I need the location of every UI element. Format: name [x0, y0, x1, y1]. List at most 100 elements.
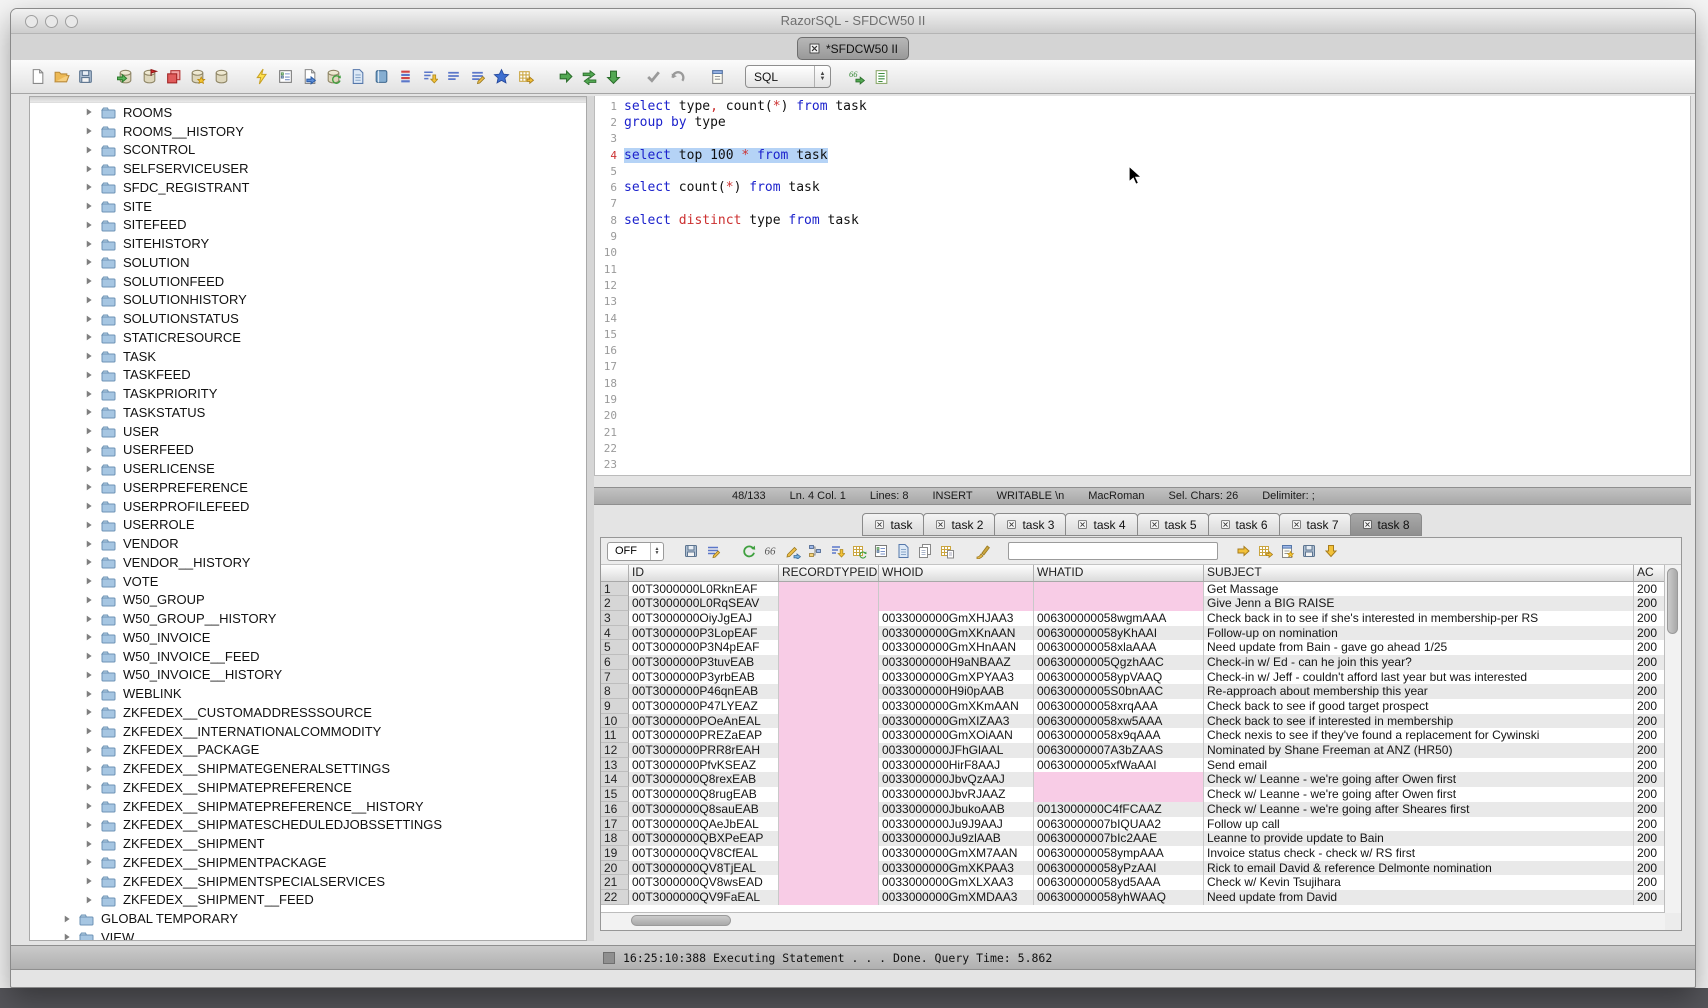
tree-item-zkfedex-shipmatepreference-history[interactable]: ZKFEDEX__SHIPMATEPREFERENCE__HISTORY	[30, 797, 586, 816]
editor-line-9[interactable]: 9	[595, 228, 1690, 244]
tree-item-task[interactable]: TASK	[30, 347, 586, 366]
tree-item-sfdc-registrant[interactable]: SFDC_REGISTRANT	[30, 178, 586, 197]
disclosure-triangle-icon[interactable]	[83, 500, 95, 512]
editor-line-1[interactable]: 1select type, count(*) from task	[595, 98, 1690, 114]
cell-rownum[interactable]: 18	[601, 831, 629, 846]
cell-ac[interactable]: 200	[1634, 831, 1665, 846]
cell-whoid[interactable]: 0033000000GmXMDAA3	[879, 890, 1034, 905]
tree-item-zkfedex-internationalcommodity[interactable]: ZKFEDEX__INTERNATIONALCOMMODITY	[30, 722, 586, 741]
cell-ac[interactable]: 200	[1634, 728, 1665, 743]
editor-line-2[interactable]: 2group by type	[595, 114, 1690, 130]
off-select-stepper[interactable]: ▲▼	[650, 543, 663, 560]
cell-ac[interactable]: 200	[1634, 846, 1665, 861]
cell-id[interactable]: 00T3000000P3tuvEAB	[629, 655, 779, 670]
cell-whoid[interactable]: 0033000000GmXIZAA3	[879, 714, 1034, 729]
save-icon[interactable]	[1298, 541, 1320, 561]
cell-id[interactable]: 00T3000000P3yrbEAB	[629, 670, 779, 685]
new-file-icon[interactable]	[25, 66, 49, 88]
table-row[interactable]: 1800T3000000QBXPeEAP0033000000Ju9zlAAB00…	[601, 831, 1665, 846]
glasses-66-icon[interactable]: 66	[760, 541, 782, 561]
result-tab-task-7[interactable]: task 7	[1279, 513, 1351, 536]
rollback-icon[interactable]	[665, 66, 689, 88]
cell-subject[interactable]: Follow-up on nomination	[1204, 626, 1634, 641]
schema-tree-panel[interactable]: ROOMSROOMS__HISTORYSCONTROLSELFSERVICEUS…	[29, 96, 587, 941]
form-icon[interactable]	[870, 541, 892, 561]
sort-arrow-icon[interactable]	[826, 541, 848, 561]
sort-arrow-icon[interactable]	[417, 66, 441, 88]
edit-lines-icon[interactable]	[702, 541, 724, 561]
cell-whoid[interactable]: 0033000000H9aNBAAZ	[879, 655, 1034, 670]
table-row[interactable]: 1300T3000000PfvKSEAZ0033000000HirF8AAJ00…	[601, 758, 1665, 773]
editor-line-12[interactable]: 12	[595, 277, 1690, 293]
cell-recordtypeid[interactable]	[779, 640, 879, 655]
cell-rownum[interactable]: 17	[601, 817, 629, 832]
cell-rownum[interactable]: 5	[601, 640, 629, 655]
star-icon[interactable]	[489, 66, 513, 88]
cell-subject[interactable]: Check w/ Kevin Tsujihara	[1204, 875, 1634, 890]
close-tab-icon[interactable]	[874, 519, 885, 530]
disclosure-triangle-icon[interactable]	[83, 125, 95, 137]
cell-ac[interactable]: 200	[1634, 699, 1665, 714]
cell-whatid[interactable]: 00630000007A3bZAAS	[1034, 743, 1204, 758]
tree-item-sitehistory[interactable]: SITEHISTORY	[30, 234, 586, 253]
table-row[interactable]: 300T3000000OiyJgEAJ0033000000GmXHJAA3006…	[601, 611, 1665, 626]
cell-ac[interactable]: 200	[1634, 787, 1665, 802]
cell-subject[interactable]: Give Jenn a BIG RAISE	[1204, 596, 1634, 611]
cell-subject[interactable]: Check-in w/ Ed - can he join this year?	[1204, 655, 1634, 670]
cell-recordtypeid[interactable]	[779, 831, 879, 846]
cell-whoid[interactable]: 0033000000GmXLXAA3	[879, 875, 1034, 890]
tree-item-solution[interactable]: SOLUTION	[30, 253, 586, 272]
cell-whoid[interactable]: 0033000000JbvRJAAZ	[879, 787, 1034, 802]
cell-recordtypeid[interactable]	[779, 743, 879, 758]
tree-item-w50-invoice-feed[interactable]: W50_INVOICE__FEED	[30, 647, 586, 666]
cell-rownum[interactable]: 7	[601, 670, 629, 685]
cell-rownum[interactable]: 8	[601, 684, 629, 699]
tree-item-userrole[interactable]: USERROLE	[30, 516, 586, 535]
cell-ac[interactable]: 200	[1634, 758, 1665, 773]
result-tab-task-4[interactable]: task 4	[1065, 513, 1137, 536]
table-row[interactable]: 1900T3000000QV8CfEAL0033000000GmXM7AAN00…	[601, 846, 1665, 861]
run-icon[interactable]	[553, 66, 577, 88]
cell-rownum[interactable]: 1	[601, 582, 629, 597]
disclosure-triangle-icon[interactable]	[83, 613, 95, 625]
column-header-AC[interactable]: AC	[1634, 565, 1665, 581]
tree-item-zkfedex-shipmatepreference[interactable]: ZKFEDEX__SHIPMATEPREFERENCE	[30, 778, 586, 797]
cell-whatid[interactable]: 00630000005QgzhAAC	[1034, 655, 1204, 670]
cell-whatid[interactable]	[1034, 582, 1204, 597]
disclosure-triangle-icon[interactable]	[83, 706, 95, 718]
grid-vscroll-thumb[interactable]	[1667, 568, 1678, 634]
title-bar[interactable]: RazorSQL - SFDCW50 II	[11, 9, 1695, 34]
cell-id[interactable]: 00T3000000P46qnEAB	[629, 684, 779, 699]
tree-item-sitefeed[interactable]: SITEFEED	[30, 216, 586, 235]
tree-item-vendor[interactable]: VENDOR	[30, 534, 586, 553]
disclosure-triangle-icon[interactable]	[83, 800, 95, 812]
editor-line-7[interactable]: 7	[595, 196, 1690, 212]
close-tab-icon[interactable]	[1006, 519, 1017, 530]
cell-whoid[interactable]: 0033000000JbukoAAB	[879, 802, 1034, 817]
cell-whatid[interactable]	[1034, 596, 1204, 611]
editor-line-19[interactable]: 19	[595, 391, 1690, 407]
sql-editor[interactable]: 1select type, count(*) from task2group b…	[594, 96, 1691, 476]
cell-ac[interactable]: 200	[1634, 890, 1665, 905]
cell-recordtypeid[interactable]	[779, 875, 879, 890]
cell-whatid[interactable]: 006300000058ympAAA	[1034, 846, 1204, 861]
cell-subject[interactable]: Check back to see if interested in membe…	[1204, 714, 1634, 729]
table-row[interactable]: 1400T3000000Q8rexEAB0033000000JbvQzAAJCh…	[601, 772, 1665, 787]
copy-pages-icon[interactable]	[914, 541, 936, 561]
disclosure-triangle-icon[interactable]	[83, 744, 95, 756]
cell-id[interactable]: 00T3000000QV8TjEAL	[629, 861, 779, 876]
disclosure-triangle-icon[interactable]	[83, 219, 95, 231]
cell-recordtypeid[interactable]	[779, 846, 879, 861]
cell-subject[interactable]: Follow up call	[1204, 817, 1634, 832]
disclosure-triangle-icon[interactable]	[83, 519, 95, 531]
cell-recordtypeid[interactable]	[779, 699, 879, 714]
editor-line-11[interactable]: 11	[595, 261, 1690, 277]
down-yellow-icon[interactable]	[1320, 541, 1342, 561]
tree-item-userfeed[interactable]: USERFEED	[30, 441, 586, 460]
tree-item-view[interactable]: VIEW	[30, 928, 586, 941]
cell-whatid[interactable]: 006300000058xrqAAA	[1034, 699, 1204, 714]
cell-recordtypeid[interactable]	[779, 582, 879, 597]
cell-whatid[interactable]: 006300000058yhWAAQ	[1034, 890, 1204, 905]
results-search-input[interactable]	[1008, 542, 1218, 560]
editor-line-16[interactable]: 16	[595, 342, 1690, 358]
